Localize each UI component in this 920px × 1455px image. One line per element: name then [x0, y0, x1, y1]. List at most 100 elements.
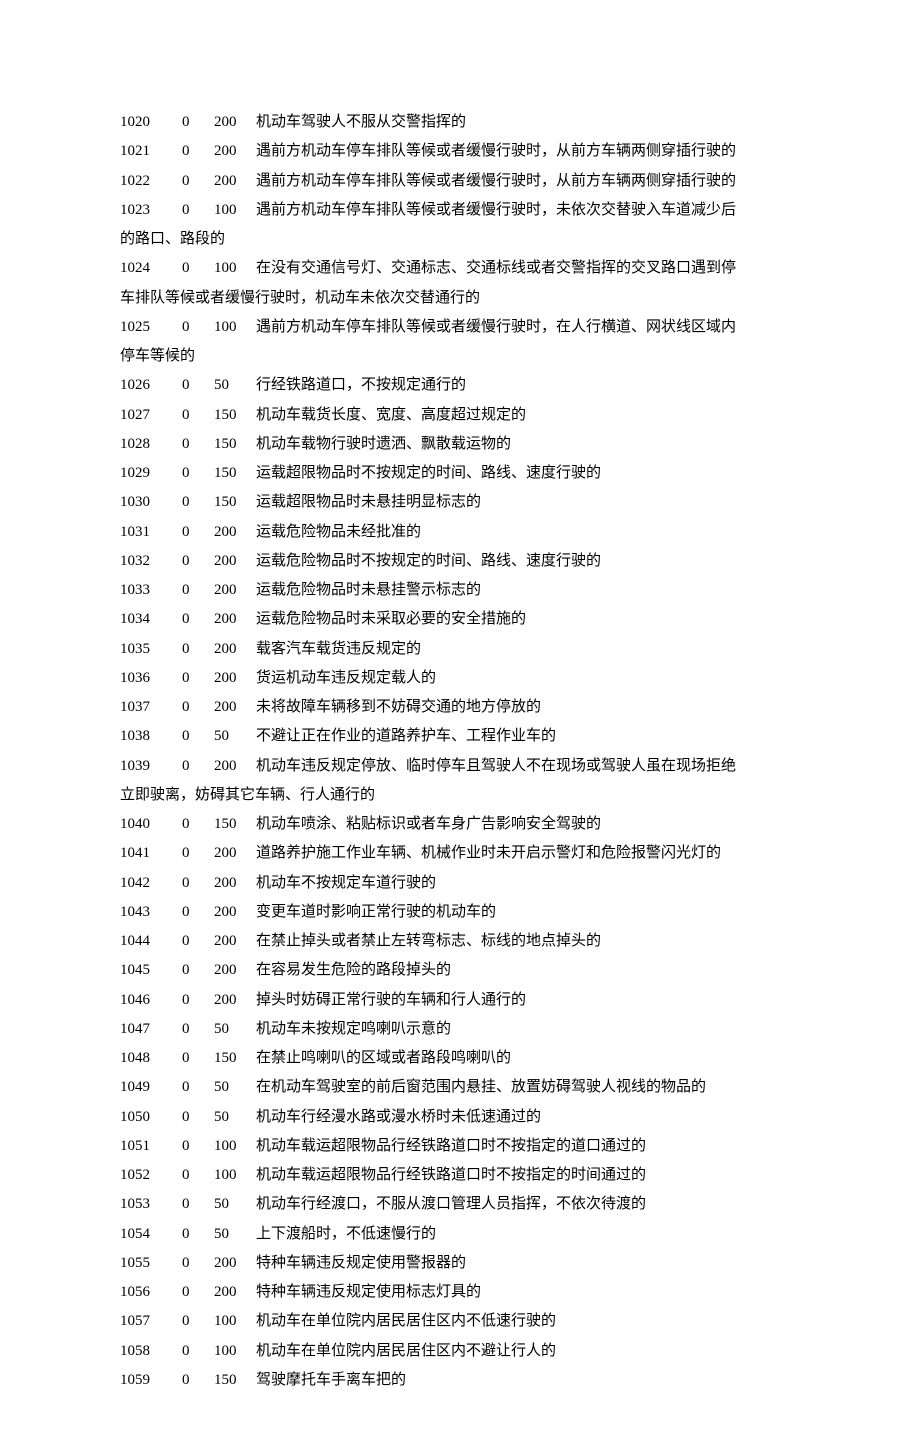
violation-points: 0 [182, 927, 214, 956]
violation-fine: 200 [214, 1249, 256, 1278]
violation-points: 0 [182, 196, 214, 225]
violation-row: 10290150运载超限物品时不按规定的时间、路线、速度行驶的 [120, 459, 800, 488]
violation-code: 1020 [120, 108, 182, 137]
violation-description-continuation: 车排队等候或者缓慢行驶时，机动车未依次交替通行的 [120, 284, 800, 313]
violation-points: 0 [182, 137, 214, 166]
violation-code: 1029 [120, 459, 182, 488]
violation-fine: 100 [214, 254, 256, 283]
violation-fine: 200 [214, 137, 256, 166]
violation-points: 0 [182, 605, 214, 634]
violation-points: 0 [182, 956, 214, 985]
violation-description: 机动车载运超限物品行经铁路道口时不按指定的时间通过的 [256, 1167, 646, 1183]
violation-code: 1043 [120, 898, 182, 927]
violation-points: 0 [182, 430, 214, 459]
violation-code: 1042 [120, 869, 182, 898]
violation-fine: 100 [214, 1337, 256, 1366]
violation-description: 遇前方机动车停车排队等候或者缓慢行驶时，未依次交替驶入车道减少后 [256, 202, 736, 218]
violation-fine: 100 [214, 1132, 256, 1161]
violation-row: 1050050机动车行经漫水路或漫水桥时未低速通过的 [120, 1103, 800, 1132]
violation-description-continuation: 立即驶离，妨碍其它车辆、行人通行的 [120, 781, 800, 810]
violation-row: 10210200遇前方机动车停车排队等候或者缓慢行驶时，从前方车辆两侧穿插行驶的 [120, 137, 800, 166]
violation-description: 机动车行经漫水路或漫水桥时未低速通过的 [256, 1109, 541, 1125]
violation-row: 10430200变更车道时影响正常行驶的机动车的 [120, 898, 800, 927]
violation-points: 0 [182, 547, 214, 576]
violation-code: 1035 [120, 635, 182, 664]
violation-description: 在禁止鸣喇叭的区域或者路段鸣喇叭的 [256, 1050, 511, 1066]
violation-fine: 50 [214, 1015, 256, 1044]
violation-fine: 100 [214, 313, 256, 342]
violation-code: 1058 [120, 1337, 182, 1366]
violation-code: 1033 [120, 576, 182, 605]
violation-fine: 200 [214, 547, 256, 576]
violation-fine: 100 [214, 1161, 256, 1190]
violation-description: 机动车载物行驶时遗洒、飘散载运物的 [256, 436, 511, 452]
violation-description: 运载危险物品未经批准的 [256, 524, 421, 540]
violation-row: 10450200在容易发生危险的路段掉头的 [120, 956, 800, 985]
violation-row: 1038050不避让正在作业的道路养护车、工程作业车的 [120, 722, 800, 751]
violation-description: 载客汽车载货违反规定的 [256, 641, 421, 657]
violation-fine: 100 [214, 196, 256, 225]
violation-fine: 150 [214, 810, 256, 839]
violation-description: 特种车辆违反规定使用标志灯具的 [256, 1284, 481, 1300]
violation-points: 0 [182, 635, 214, 664]
violation-fine: 100 [214, 1307, 256, 1336]
violation-description: 遇前方机动车停车排队等候或者缓慢行驶时，在人行横道、网状线区域内 [256, 319, 736, 335]
violation-description: 运载危险物品时不按规定的时间、路线、速度行驶的 [256, 553, 601, 569]
violation-row: 10370200未将故障车辆移到不妨碍交通的地方停放的 [120, 693, 800, 722]
violation-row: 10440200在禁止掉头或者禁止左转弯标志、标线的地点掉头的 [120, 927, 800, 956]
violation-code: 1038 [120, 722, 182, 751]
violation-code: 1037 [120, 693, 182, 722]
violation-code: 1040 [120, 810, 182, 839]
violation-row: 10580100机动车在单位院内居民居住区内不避让行人的 [120, 1337, 800, 1366]
violation-fine: 50 [214, 1190, 256, 1219]
violation-points: 0 [182, 1220, 214, 1249]
violation-description: 机动车载货长度、宽度、高度超过规定的 [256, 407, 526, 423]
violation-points: 0 [182, 1278, 214, 1307]
violation-row: 10560200特种车辆违反规定使用标志灯具的 [120, 1278, 800, 1307]
violation-points: 0 [182, 518, 214, 547]
violation-points: 0 [182, 1337, 214, 1366]
violation-row: 10250100遇前方机动车停车排队等候或者缓慢行驶时，在人行横道、网状线区域内 [120, 313, 800, 342]
violation-description: 在机动车驾驶室的前后窗范围内悬挂、放置妨碍驾驶人视线的物品的 [256, 1079, 706, 1095]
violation-description: 掉头时妨碍正常行驶的车辆和行人通行的 [256, 992, 526, 1008]
violation-fine: 200 [214, 605, 256, 634]
violation-points: 0 [182, 1044, 214, 1073]
violation-code: 1036 [120, 664, 182, 693]
violation-points: 0 [182, 1249, 214, 1278]
violation-description: 运载危险物品时未悬挂警示标志的 [256, 582, 481, 598]
violation-row: 10270150机动车载货长度、宽度、高度超过规定的 [120, 401, 800, 430]
violation-fine: 200 [214, 693, 256, 722]
violation-description: 机动车不按规定车道行驶的 [256, 875, 436, 891]
violation-code: 1050 [120, 1103, 182, 1132]
violation-row: 1026050行经铁路道口，不按规定通行的 [120, 371, 800, 400]
violation-points: 0 [182, 1132, 214, 1161]
violation-code: 1022 [120, 167, 182, 196]
violation-code: 1023 [120, 196, 182, 225]
violation-code: 1025 [120, 313, 182, 342]
violation-row: 10330200运载危险物品时未悬挂警示标志的 [120, 576, 800, 605]
violation-row: 10230100遇前方机动车停车排队等候或者缓慢行驶时，未依次交替驶入车道减少后 [120, 196, 800, 225]
violation-row: 10320200运载危险物品时不按规定的时间、路线、速度行驶的 [120, 547, 800, 576]
violation-description: 机动车违反规定停放、临时停车且驾驶人不在现场或驾驶人虽在现场拒绝 [256, 758, 736, 774]
violation-description: 驾驶摩托车手离车把的 [256, 1372, 406, 1388]
violation-description: 遇前方机动车停车排队等候或者缓慢行驶时，从前方车辆两侧穿插行驶的 [256, 173, 736, 189]
violation-fine: 200 [214, 869, 256, 898]
violation-row: 10460200掉头时妨碍正常行驶的车辆和行人通行的 [120, 986, 800, 1015]
violation-code: 1031 [120, 518, 182, 547]
violation-points: 0 [182, 488, 214, 517]
violation-description: 运载危险物品时未采取必要的安全措施的 [256, 611, 526, 627]
violation-fine: 50 [214, 1073, 256, 1102]
violation-code: 1056 [120, 1278, 182, 1307]
violation-points: 0 [182, 752, 214, 781]
violation-row: 10420200机动车不按规定车道行驶的 [120, 869, 800, 898]
violation-points: 0 [182, 1366, 214, 1395]
violation-code: 1051 [120, 1132, 182, 1161]
violation-points: 0 [182, 1103, 214, 1132]
violation-points: 0 [182, 401, 214, 430]
violation-row: 1054050上下渡船时，不低速慢行的 [120, 1220, 800, 1249]
violation-row: 10520100机动车载运超限物品行经铁路道口时不按指定的时间通过的 [120, 1161, 800, 1190]
violation-code: 1045 [120, 956, 182, 985]
violation-points: 0 [182, 1307, 214, 1336]
violation-code: 1026 [120, 371, 182, 400]
violation-fine: 200 [214, 752, 256, 781]
